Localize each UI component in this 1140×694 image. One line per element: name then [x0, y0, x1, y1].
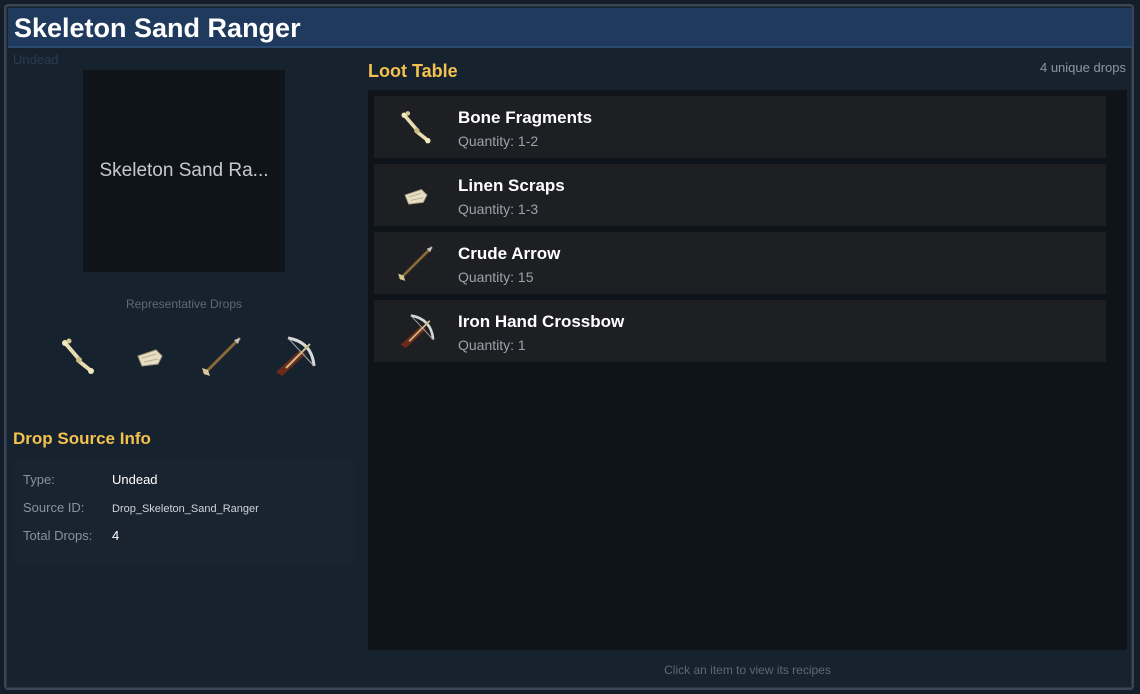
loot-item-quantity: Quantity: 1-2	[458, 133, 539, 149]
representative-drops	[50, 326, 322, 386]
info-row-type: Type: Undead	[23, 472, 158, 487]
info-value: Drop_Skeleton_Sand_Ranger	[112, 503, 259, 515]
loot-item-linen-scraps[interactable]: Linen Scraps Quantity: 1-3	[374, 164, 1106, 226]
linen-scraps-icon	[122, 328, 178, 384]
info-value: 4	[112, 528, 120, 543]
iron-hand-crossbow-icon	[390, 305, 442, 357]
info-key: Total Drops:	[23, 528, 93, 543]
title-bar: Skeleton Sand Ranger	[8, 8, 1132, 48]
iron-hand-crossbow-icon	[266, 328, 322, 384]
loot-item-crude-arrow[interactable]: Crude Arrow Quantity: 15	[374, 232, 1106, 294]
loot-item-quantity: Quantity: 1	[458, 337, 526, 353]
bone-fragments-icon	[50, 328, 106, 384]
loot-item-iron-hand-crossbow[interactable]: Iron Hand Crossbow Quantity: 1	[374, 300, 1106, 362]
info-row-source-id: Source ID: Drop_Skeleton_Sand_Ranger	[23, 500, 259, 515]
loot-item-quantity: Quantity: 15	[458, 269, 534, 285]
info-row-total-drops: Total Drops: 4	[23, 528, 119, 543]
portrait-label: Skeleton Sand Ra...	[99, 160, 269, 181]
loot-item-quantity: Quantity: 1-3	[458, 201, 539, 217]
source-portrait: Skeleton Sand Ra...	[83, 70, 285, 272]
loot-item-name: Crude Arrow	[458, 244, 561, 263]
crude-arrow-icon	[390, 237, 442, 289]
loot-item-name: Iron Hand Crossbow	[458, 312, 625, 331]
drop-source-info-title: Drop Source Info	[13, 429, 151, 448]
loot-item-bone-fragments[interactable]: Bone Fragments Quantity: 1-2	[374, 96, 1106, 158]
info-key: Source ID:	[23, 500, 85, 515]
representative-drops-label: Representative Drops	[125, 297, 243, 311]
crude-arrow-icon	[194, 328, 250, 384]
linen-scraps-icon	[390, 169, 442, 221]
loot-item-name: Bone Fragments	[458, 108, 593, 127]
info-value: Undead	[112, 472, 158, 487]
info-key: Type:	[23, 472, 55, 487]
source-subtype: Undead	[13, 52, 59, 67]
bone-fragments-icon	[390, 101, 442, 153]
footer-hint: Click an item to view its recipes	[664, 663, 831, 677]
loot-item-name: Linen Scraps	[458, 176, 565, 195]
drop-source-info-panel: Type: Undead Source ID: Drop_Skeleton_Sand…	[14, 461, 354, 563]
unique-drops-count: 4 unique drops	[1039, 60, 1126, 75]
page-title: Skeleton Sand Ranger	[14, 13, 301, 43]
loot-table-list: Bone Fragments Quantity: 1-2 Linen Scrap…	[368, 90, 1127, 650]
loot-table-title: Loot Table	[368, 61, 458, 81]
